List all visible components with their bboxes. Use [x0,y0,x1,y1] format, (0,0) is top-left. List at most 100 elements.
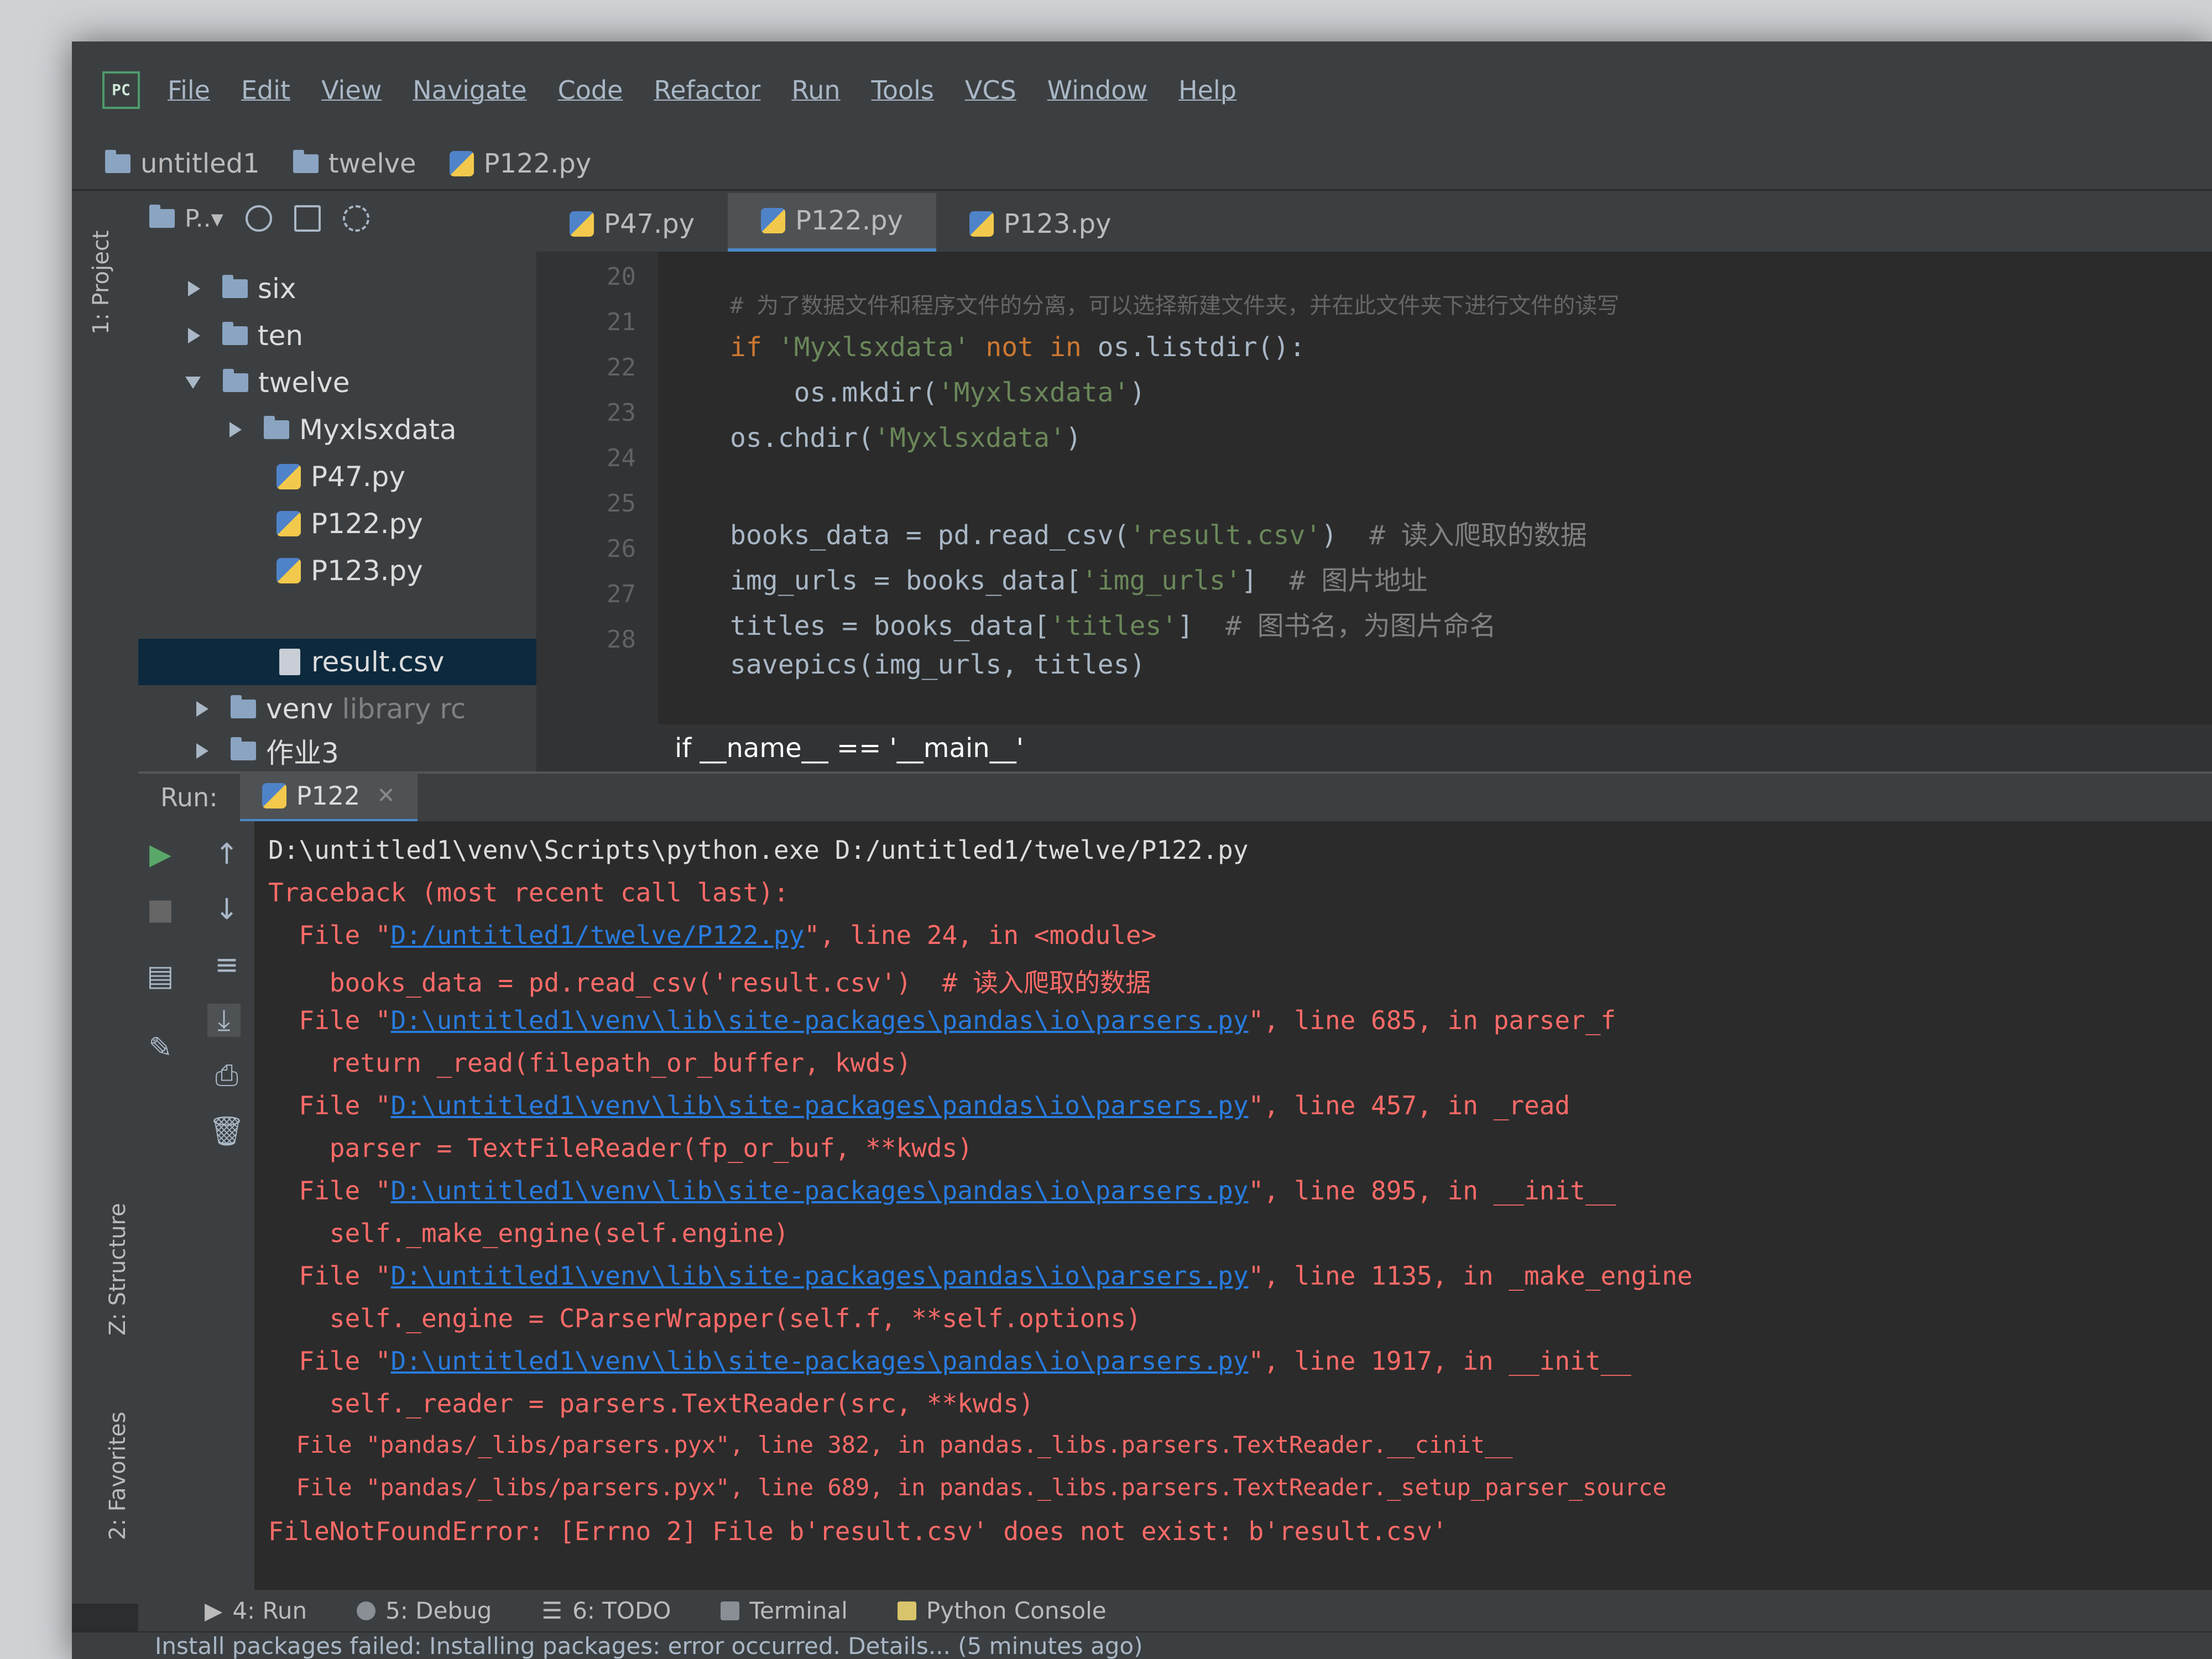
pin-icon[interactable]: ✎ [144,1031,177,1065]
bottom-tab-todo[interactable]: ☰ 6: TODO [541,1597,671,1624]
menu-run[interactable]: Run [791,75,840,105]
tree-label: 作业3 [266,737,339,769]
scroll-to-end-icon[interactable]: ⤓ [207,1004,241,1037]
line-number: 21 [607,308,636,336]
structure-tool-tab[interactable]: Z: Structure [105,1203,131,1335]
tree-item-twelve[interactable]: twelve [185,359,350,406]
expand-arrow-icon[interactable] [196,701,208,717]
code-line-21: os.mkdir('Myxlsxdata') [730,377,1146,408]
expand-arrow-icon[interactable] [229,422,242,437]
tree-label: P47.py [311,461,405,493]
python-file-icon [761,208,786,233]
menu-window[interactable]: Window [1047,75,1147,105]
folder-icon [222,275,248,298]
bottom-tab-debug[interactable]: 5: Debug [357,1597,492,1624]
soft-wrap-icon[interactable]: ≡ [210,948,243,982]
tree-item-p47[interactable]: P47.py [276,453,405,500]
tab-label: P123.py [1003,208,1112,239]
console-frame-code: parser = TextFileReader(fp_or_buf, **kwd… [268,1133,973,1163]
folder-icon [223,369,248,392]
code-editor[interactable]: P47.py P122.py P123.py 20 21 22 23 24 25… [536,191,2212,771]
menu-navigate[interactable]: Navigate [413,75,526,105]
tree-item-homework3[interactable]: 作业3 [196,730,339,771]
breadcrumb-label: P122.py [483,148,592,179]
menu-edit[interactable]: Edit [241,75,290,105]
layout-icon[interactable]: ▤ [144,959,177,993]
scroll-down-icon[interactable]: ↓ [210,893,243,926]
code-line-25: img_urls = books_data['img_urls'] # 图片地址 [730,565,1428,596]
console-file-link[interactable]: D:\untitled1\venv\lib\site-packages\pand… [391,1261,1249,1291]
bottom-tab-run[interactable]: ▶ 4: Run [205,1597,307,1624]
tree-label: P123.py [311,555,423,587]
tab-label: P47.py [604,208,695,239]
project-tool-tab[interactable]: 1: Project [88,231,114,335]
scroll-up-icon[interactable]: ↑ [210,838,243,871]
console-command: D:\untitled1\venv\Scripts\python.exe D:/… [268,835,1249,865]
tree-item-venv[interactable]: venv library rc [196,686,536,732]
tree-item-ten[interactable]: ten [188,312,303,359]
locate-icon[interactable] [245,205,272,232]
tree-item-six[interactable]: six [188,265,296,312]
collapse-all-icon[interactable] [294,205,321,232]
status-message[interactable]: Install packages failed: Installing pack… [155,1632,1143,1659]
menu-tools[interactable]: Tools [872,75,934,105]
bottom-tab-terminal[interactable]: Terminal [721,1597,848,1624]
console-file-link[interactable]: D:\untitled1\venv\lib\site-packages\pand… [391,1091,1249,1120]
breadcrumb-label: twelve [328,148,416,179]
menu-view[interactable]: View [321,75,382,105]
trash-icon[interactable]: 🗑 [208,1114,245,1148]
editor-tab-bar: P47.py P122.py P123.py [536,191,2212,252]
collapse-arrow-icon[interactable] [185,377,201,389]
print-icon[interactable]: ⎙ [210,1059,243,1092]
console-frame: File "D:\untitled1\venv\lib\site-package… [268,1261,1693,1291]
menu-refactor[interactable]: Refactor [654,75,760,105]
run-tab-p122[interactable]: P122 ✕ [239,773,418,822]
stop-icon[interactable]: ■ [144,893,177,926]
run-console[interactable]: D:\untitled1\venv\Scripts\python.exe D:/… [254,821,2212,1590]
project-view-selector[interactable]: P..▾ [185,205,223,233]
breadcrumb-label: untitled1 [140,148,260,179]
tab-p122[interactable]: P122.py [728,193,936,252]
favorites-tool-tab[interactable]: 2: Favorites [105,1412,131,1540]
line-number: 25 [607,489,636,518]
tab-p123[interactable]: P123.py [936,196,1145,252]
code-breadcrumb-hint[interactable]: if __name__ == '__main__' [536,724,2212,771]
close-icon[interactable]: ✕ [377,783,395,808]
tree-label-suffix: library rc [342,693,466,725]
console-file-link[interactable]: D:\untitled1\venv\lib\site-packages\pand… [391,1005,1249,1035]
breadcrumb-item-twelve[interactable]: twelve [293,148,416,179]
folder-icon [231,695,256,718]
menu-file[interactable]: File [168,75,210,105]
tree-label: ten [258,320,304,352]
expand-arrow-icon[interactable] [188,281,200,296]
breadcrumb-item-p122[interactable]: P122.py [449,148,592,179]
tree-item-result-csv[interactable]: result.csv [279,639,444,685]
code-comment: # 为了数据文件和程序文件的分离，可以选择新建文件夹，并在此文件夹下进行文件的读… [730,293,1620,319]
gear-icon[interactable] [342,205,369,232]
menu-bar: PC File Edit View Navigate Code Refactor… [72,41,2212,138]
code-line-22: os.chdir('Myxlsxdata') [730,422,1082,453]
expand-arrow-icon[interactable] [188,328,200,343]
rerun-icon[interactable]: ▶ [144,838,177,871]
code-line-20: if 'Myxlsxdata' not in os.listdir(): [730,332,1306,363]
menu-help[interactable]: Help [1178,75,1237,105]
bottom-tab-python-console[interactable]: Python Console [897,1597,1107,1624]
console-frame: File "D:/untitled1/twelve/P122.py", line… [268,920,1157,950]
console-frame-code: self._engine = CParserWrapper(self.f, **… [268,1303,1141,1333]
folder-icon [264,416,289,439]
menu-vcs[interactable]: VCS [965,75,1016,105]
tree-item-myxlsxdata[interactable]: Myxlsxdata [229,406,456,453]
breadcrumb: untitled1 twelve P122.py [72,138,2212,191]
console-file-link[interactable]: D:\untitled1\venv\lib\site-packages\pand… [391,1346,1249,1376]
code-line-27: savepics(img_urls, titles) [730,649,1146,680]
tree-item-p122[interactable]: P122.py [276,500,423,547]
expand-arrow-icon[interactable] [196,743,208,759]
run-toolbar: ▶ ■ ▤ ✎ ↑ ↓ ≡ ⤓ ⎙ 🗑 [138,821,254,1590]
tab-p47[interactable]: P47.py [536,196,728,252]
breadcrumb-item-untitled1[interactable]: untitled1 [105,148,260,179]
console-file-link[interactable]: D:\untitled1\venv\lib\site-packages\pand… [391,1176,1249,1206]
menu-code[interactable]: Code [558,75,623,105]
tree-item-p123[interactable]: P123.py [276,547,423,594]
tree-label: Myxlsxdata [299,414,457,446]
console-file-link[interactable]: D:/untitled1/twelve/P122.py [391,920,805,950]
